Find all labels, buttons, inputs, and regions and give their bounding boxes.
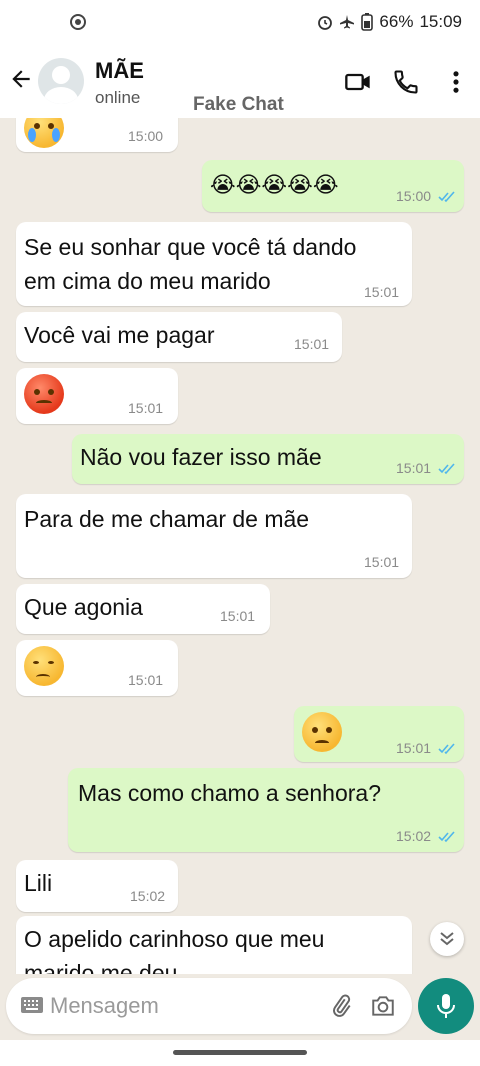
- message-time: 15:01: [220, 608, 256, 624]
- airplane-icon: [340, 15, 355, 29]
- avatar[interactable]: [38, 58, 84, 104]
- message-list[interactable]: 15:00 😭😭😭😭😭 15:00 Se eu sonhar que você …: [0, 118, 480, 974]
- crying-face-emoji: [24, 118, 64, 148]
- message-bubble[interactable]: Se eu sonhar que você tá dando em cima d…: [16, 222, 412, 306]
- message-time: 15:02: [396, 828, 432, 844]
- message-bubble[interactable]: O apelido carinhoso que meu marido me de…: [16, 916, 412, 974]
- read-receipt-icon: [438, 191, 455, 203]
- message-time: 15:01: [128, 672, 164, 688]
- read-receipt-icon: [438, 831, 455, 843]
- alarm-icon: [318, 16, 333, 30]
- read-receipt-icon: [438, 743, 455, 755]
- keyboard-icon[interactable]: [20, 996, 44, 1014]
- contact-name[interactable]: MÃE: [95, 58, 144, 84]
- message-bubble[interactable]: 😭😭😭😭😭 15:00: [202, 160, 464, 212]
- message-input[interactable]: [50, 986, 320, 1026]
- message-time: 15:01: [364, 284, 400, 300]
- message-text: Não vou fazer isso mãe: [80, 444, 322, 470]
- message-text: Que agonia: [24, 594, 143, 620]
- message-bubble[interactable]: Para de me chamar de mãe 15:01: [16, 494, 412, 578]
- message-bubble[interactable]: 15:01: [16, 640, 178, 696]
- message-text: Mas como chamo a senhora?: [78, 780, 381, 806]
- attach-icon[interactable]: [328, 993, 354, 1019]
- message-text: O apelido carinhoso que meu marido me de…: [24, 926, 325, 974]
- voice-message-button[interactable]: [418, 978, 474, 1034]
- system-nav-bar: [0, 1040, 480, 1066]
- notification-dot-icon: [70, 14, 86, 30]
- contact-status: online: [95, 88, 141, 107]
- read-receipt-icon: [438, 463, 455, 475]
- phone-icon[interactable]: [392, 68, 420, 96]
- message-time: 15:02: [130, 888, 166, 904]
- message-bubble[interactable]: 15:00: [16, 118, 178, 152]
- message-text: Lili: [24, 870, 53, 896]
- status-right: 66% 15:09: [317, 12, 462, 32]
- watermark: Fake Chat: [193, 94, 284, 115]
- angry-face-emoji: [24, 374, 64, 414]
- clock: 15:09: [419, 12, 462, 31]
- message-bubble[interactable]: Mas como chamo a senhora? 15:02: [68, 768, 464, 852]
- message-time: 15:00: [396, 188, 432, 204]
- message-text: 😭😭😭😭😭: [210, 172, 339, 197]
- back-arrow-icon[interactable]: [8, 66, 34, 92]
- message-text: Você vai me pagar: [24, 322, 215, 348]
- message-time: 15:01: [396, 740, 432, 756]
- message-time: 15:01: [396, 460, 432, 476]
- message-time: 15:01: [294, 336, 330, 352]
- message-bubble[interactable]: Você vai me pagar 15:01: [16, 312, 342, 362]
- status-bar: 66% 15:09: [0, 0, 480, 46]
- message-bubble[interactable]: Que agonia 15:01: [16, 584, 270, 634]
- message-text: Se eu sonhar que você tá dando em cima d…: [24, 234, 357, 294]
- more-options-icon[interactable]: [442, 68, 470, 96]
- video-call-icon[interactable]: [344, 68, 372, 96]
- message-time: 15:00: [128, 128, 164, 144]
- unamused-face-emoji: [24, 646, 64, 686]
- message-composer: [6, 978, 412, 1034]
- battery-level: 66%: [379, 12, 414, 31]
- message-time: 15:01: [128, 400, 164, 416]
- worried-face-emoji: [302, 712, 342, 752]
- scroll-to-bottom-button[interactable]: [430, 922, 464, 956]
- message-time: 15:01: [364, 554, 400, 570]
- message-bubble[interactable]: 15:01: [16, 368, 178, 424]
- double-chevron-down-icon: [440, 932, 454, 946]
- message-text: Para de me chamar de mãe: [24, 506, 310, 532]
- message-bubble[interactable]: 15:01: [294, 706, 464, 762]
- message-bubble[interactable]: Lili 15:02: [16, 860, 178, 912]
- chat-header: MÃE online Fake Chat: [0, 46, 480, 118]
- message-bubble[interactable]: Não vou fazer isso mãe 15:01: [72, 434, 464, 484]
- battery-icon: [361, 13, 374, 31]
- home-gesture-pill[interactable]: [173, 1050, 307, 1055]
- microphone-icon: [437, 994, 455, 1018]
- camera-icon[interactable]: [370, 993, 396, 1019]
